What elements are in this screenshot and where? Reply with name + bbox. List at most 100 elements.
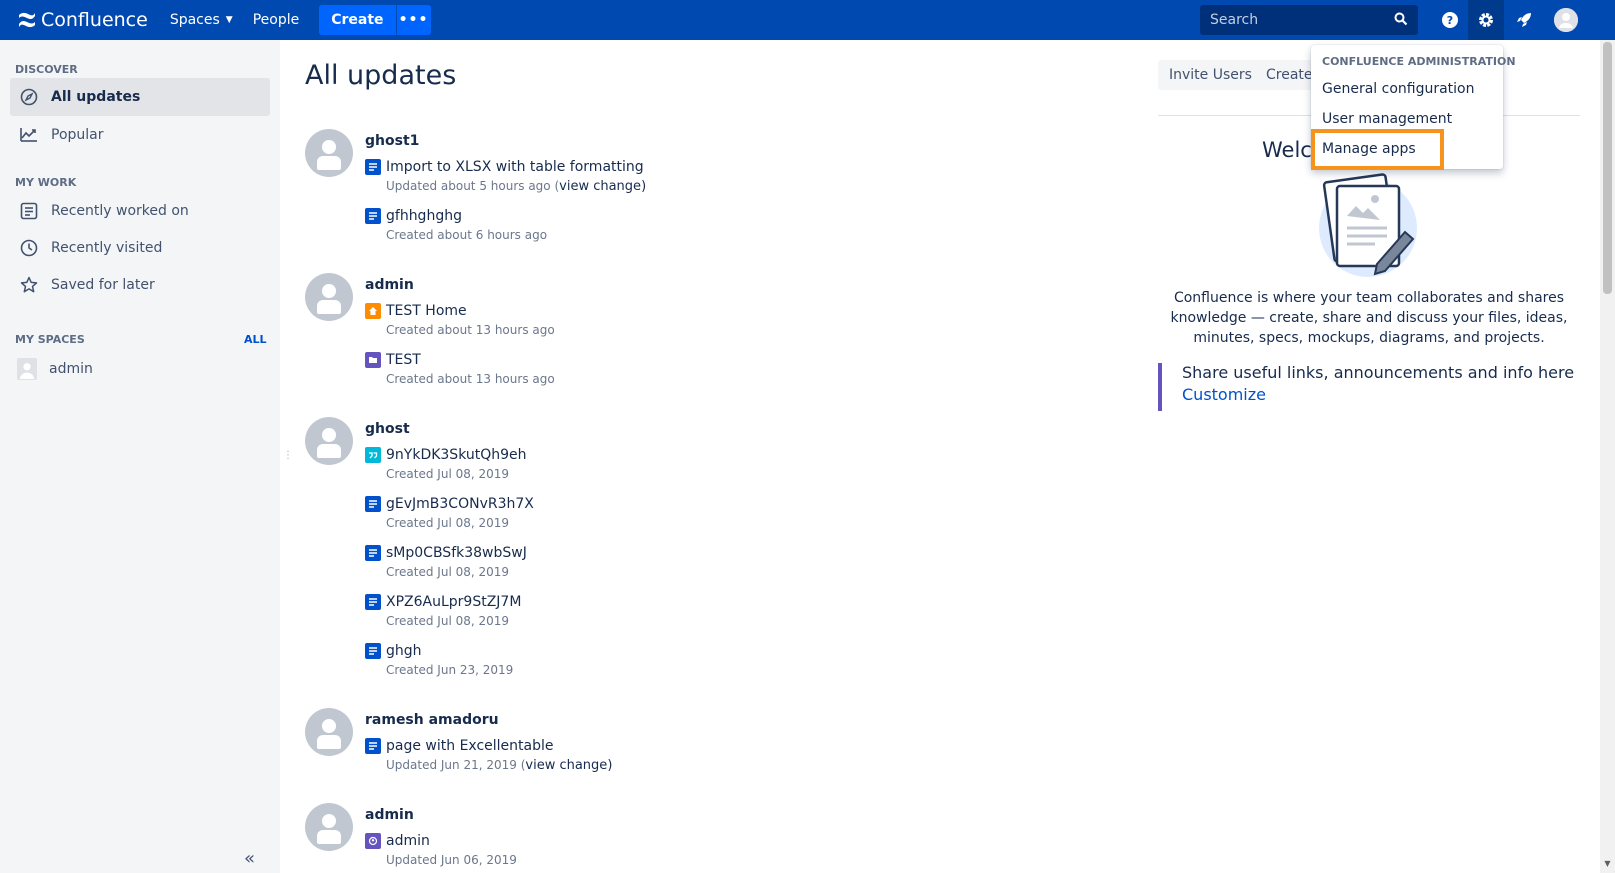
user-name[interactable]: admin <box>365 807 414 823</box>
scroll-down-arrow-icon[interactable]: ▼ <box>1600 859 1615 873</box>
sidebar-item-recently-visited[interactable]: Recently visited <box>10 229 270 267</box>
scrollbar[interactable]: ▼ <box>1600 40 1615 873</box>
sidebar-item-all-updates[interactable]: All updates <box>10 78 270 116</box>
my-work-heading: MY WORK <box>15 176 77 189</box>
invite-users-button[interactable]: Invite Users <box>1158 60 1263 90</box>
user-avatar-icon[interactable] <box>305 803 353 851</box>
list-item: Import to XLSX with table formatting Upd… <box>365 159 646 194</box>
page-title-link[interactable]: 9nYkDK3SkutQh9eh <box>386 447 527 463</box>
home-icon <box>365 303 381 319</box>
spaces-menu[interactable]: Spaces ▼ <box>170 12 233 28</box>
collapse-sidebar-icon[interactable]: « <box>244 848 255 869</box>
entry-meta: Created Jul 08, 2019 <box>386 614 510 628</box>
sidebar-item-label: Recently visited <box>51 240 163 256</box>
discover-heading: DISCOVER <box>15 63 78 76</box>
user-name[interactable]: ramesh amadoru <box>365 712 499 728</box>
more-create-options-button[interactable]: ••• <box>396 5 431 35</box>
user-avatar-icon[interactable] <box>305 708 353 756</box>
user-name[interactable]: ghost1 <box>365 133 419 149</box>
menu-item-general-configuration[interactable]: General configuration <box>1322 81 1475 97</box>
announcement-text: Share useful links, announcements and in… <box>1182 363 1575 382</box>
help-icon[interactable]: ? <box>1432 0 1468 40</box>
view-change-link[interactable]: view change <box>559 179 641 194</box>
page-title-link[interactable]: page with Excellentable <box>386 738 554 754</box>
entry-meta: Created Jul 08, 2019 <box>386 516 510 530</box>
entry-meta-close: ) <box>607 758 613 773</box>
list-item: gEvJmB3CONvR3h7X Created Jul 08, 2019 <box>365 496 534 530</box>
settings-gear-icon[interactable] <box>1468 0 1504 40</box>
sidebar-item-saved-for-later[interactable]: Saved for later <box>10 266 270 304</box>
document-illustration-icon <box>1315 172 1425 281</box>
page-icon <box>365 208 381 224</box>
customize-link[interactable]: Customize <box>1182 385 1580 404</box>
list-item: sMp0CBSfk38wbSwJ Created Jul 08, 2019 <box>365 545 527 579</box>
list-item: gfhhghghg Created about 6 hours ago <box>365 208 547 242</box>
people-link[interactable]: People <box>253 12 300 28</box>
user-avatar-icon[interactable] <box>305 273 353 321</box>
user-name[interactable]: admin <box>365 277 414 293</box>
menu-item-user-management[interactable]: User management <box>1322 111 1452 127</box>
user-avatar-icon[interactable] <box>305 417 353 465</box>
list-item: TEST Home Created about 13 hours ago <box>365 303 555 337</box>
welcome-description: Confluence is where your team collaborat… <box>1170 290 1568 346</box>
search-placeholder: Search <box>1210 12 1259 28</box>
sidebar-item-space-admin[interactable]: admin <box>8 350 268 388</box>
entry-meta: Updated Jun 06, 2019 <box>386 853 517 867</box>
avatar-icon <box>1554 8 1578 32</box>
rocket-icon[interactable] <box>1506 0 1542 40</box>
ellipsis-icon: ••• <box>398 12 429 28</box>
page-icon <box>365 594 381 610</box>
sidebar-item-popular[interactable]: Popular <box>10 116 270 154</box>
user-avatar[interactable] <box>1548 0 1584 40</box>
sidebar-item-label: admin <box>49 361 93 377</box>
page-title-link[interactable]: gEvJmB3CONvR3h7X <box>386 496 534 512</box>
page-title-link[interactable]: TEST <box>386 352 421 368</box>
entry-meta: Created about 6 hours ago <box>386 228 548 242</box>
list-item: 9nYkDK3SkutQh9eh Created Jul 08, 2019 <box>365 447 527 481</box>
sidebar-item-recently-worked[interactable]: Recently worked on <box>10 192 270 230</box>
sidebar-item-label: Saved for later <box>51 277 155 293</box>
page-title: All updates <box>305 60 457 91</box>
chevron-down-icon: ▼ <box>225 15 233 25</box>
page-title-link[interactable]: TEST Home <box>386 303 467 319</box>
search-icon <box>1394 12 1408 30</box>
search-input[interactable]: Search <box>1200 5 1418 35</box>
entry-meta: Created about 13 hours ago <box>386 323 555 337</box>
all-spaces-link[interactable]: ALL <box>244 333 267 346</box>
page-icon <box>365 545 381 561</box>
page-icon <box>365 496 381 512</box>
top-navigation: Confluence Spaces ▼ People Create ••• Se… <box>0 0 1615 40</box>
space-avatar <box>17 358 37 380</box>
user-name[interactable]: ghost <box>365 421 410 437</box>
list-item: ghgh Created Jun 23, 2019 <box>365 643 513 677</box>
document-list-icon <box>19 201 39 221</box>
view-change-link[interactable]: view change <box>525 758 607 773</box>
welcome-heading: Welc <box>1262 138 1312 162</box>
page-title-link[interactable]: ghgh <box>386 643 422 659</box>
entry-meta: Created Jun 23, 2019 <box>386 663 514 677</box>
compass-icon <box>19 87 39 107</box>
sidebar-item-label: Recently worked on <box>51 203 189 219</box>
user-avatar-icon[interactable] <box>305 129 353 177</box>
page-title-link[interactable]: Import to XLSX with table formatting <box>386 159 644 175</box>
page-title-link[interactable]: sMp0CBSfk38wbSwJ <box>386 545 527 561</box>
entry-meta: Created about 13 hours ago <box>386 372 555 386</box>
confluence-logo[interactable]: Confluence <box>18 9 148 31</box>
entry-meta: Created Jul 08, 2019 <box>386 565 510 579</box>
page-icon <box>365 643 381 659</box>
my-spaces-heading: MY SPACES <box>15 333 85 346</box>
highlight-box <box>1311 129 1444 170</box>
page-title-link[interactable]: gfhhghghg <box>386 208 462 224</box>
page-icon <box>365 159 381 175</box>
create-button[interactable]: Create <box>319 5 396 35</box>
page-title-link[interactable]: admin <box>386 833 430 849</box>
scroll-thumb[interactable] <box>1603 42 1612 294</box>
entry-meta: Updated Jun 21, 2019 ( <box>386 758 526 772</box>
list-item: XPZ6AuLpr9StZJ7M Created Jul 08, 2019 <box>365 594 521 628</box>
folder-icon <box>365 352 381 368</box>
sidebar-resize-handle[interactable]: ⋮ <box>283 450 293 461</box>
trending-chart-icon <box>19 125 39 145</box>
sidebar: DISCOVER All updates Popular MY WORK Rec… <box>0 40 280 873</box>
announcement-box: Share useful links, announcements and in… <box>1158 363 1580 411</box>
page-title-link[interactable]: XPZ6AuLpr9StZJ7M <box>386 594 521 610</box>
